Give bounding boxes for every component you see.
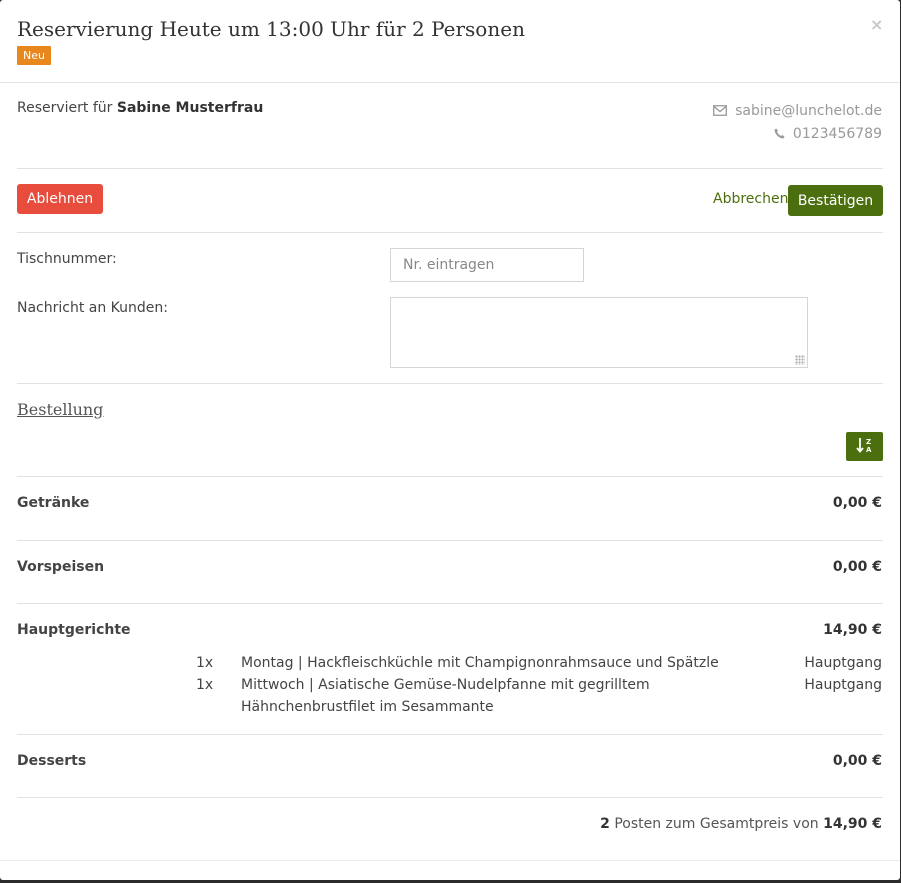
phone-row: 0123456789 <box>713 123 882 146</box>
divider <box>17 383 883 384</box>
modal-title: Reservierung Heute um 13:00 Uhr für 2 Pe… <box>17 17 525 41</box>
status-badge: Neu <box>17 46 51 65</box>
divider <box>17 540 883 541</box>
item-name: Mittwoch | Asiatische Gemüse-Nudelpfanne… <box>241 677 650 715</box>
order-total: 14,90 € <box>823 816 882 832</box>
message-label: Nachricht an Kunden: <box>17 300 168 316</box>
svg-text:Z: Z <box>866 438 871 446</box>
phone-icon <box>774 127 789 142</box>
resize-handle-icon[interactable] <box>795 355 805 365</box>
close-icon[interactable]: × <box>870 15 883 34</box>
sort-alpha-icon: Z A <box>855 437 874 456</box>
divider <box>17 734 883 735</box>
table-number-label: Tischnummer: <box>17 251 117 267</box>
item-quantity: 1x <box>196 677 214 693</box>
table-number-input[interactable]: Nr. eintragen <box>390 248 584 282</box>
divider <box>17 797 883 798</box>
customer-contact: sabine@lunchelot.de 0123456789 <box>713 100 882 146</box>
category-name: Getränke <box>17 495 90 511</box>
order-summary: 2 Posten zum Gesamtpreis von 14,90 € <box>600 816 882 832</box>
category-amount: 14,90 € <box>823 622 882 638</box>
divider <box>17 232 883 233</box>
item-count: 2 <box>600 816 610 832</box>
customer-email[interactable]: sabine@lunchelot.de <box>735 103 882 119</box>
table-number-placeholder: Nr. eintragen <box>403 257 495 273</box>
svg-text:A: A <box>866 446 872 453</box>
sort-button[interactable]: Z A <box>846 432 883 461</box>
category-name: Hauptgerichte <box>17 622 131 638</box>
order-section-title: Bestellung <box>17 400 104 419</box>
category-name: Desserts <box>17 753 87 769</box>
reservation-modal: Reservierung Heute um 13:00 Uhr für 2 Pe… <box>0 0 900 880</box>
item-type: Hauptgang <box>804 655 882 671</box>
category-amount: 0,00 € <box>832 495 882 511</box>
category-name: Vorspeisen <box>17 559 105 575</box>
item-type: Hauptgang <box>804 677 882 693</box>
category-amount: 0,00 € <box>832 753 882 769</box>
message-textarea[interactable] <box>390 297 808 368</box>
reserved-for-label: Reserviert für <box>17 100 117 116</box>
item-quantity: 1x <box>196 655 214 671</box>
category-amount: 0,00 € <box>832 559 882 575</box>
summary-text: Posten zum Gesamtpreis von <box>609 816 824 832</box>
customer-name: Sabine Musterfrau <box>116 100 264 116</box>
confirm-button[interactable]: Bestätigen <box>788 185 883 216</box>
reserved-for: Reserviert für Sabine Musterfrau <box>17 100 263 116</box>
modal-header: Reservierung Heute um 13:00 Uhr für 2 Pe… <box>0 0 900 83</box>
divider <box>17 476 883 477</box>
divider <box>17 603 883 604</box>
envelope-icon <box>713 104 731 119</box>
customer-phone[interactable]: 0123456789 <box>793 126 882 142</box>
footer-divider <box>0 860 900 861</box>
cancel-link[interactable]: Abbrechen <box>713 191 788 207</box>
divider <box>17 168 883 169</box>
email-row: sabine@lunchelot.de <box>713 100 882 123</box>
item-name: Montag | Hackfleischküchle mit Champigno… <box>241 655 719 671</box>
reject-button[interactable]: Ablehnen <box>17 184 103 214</box>
